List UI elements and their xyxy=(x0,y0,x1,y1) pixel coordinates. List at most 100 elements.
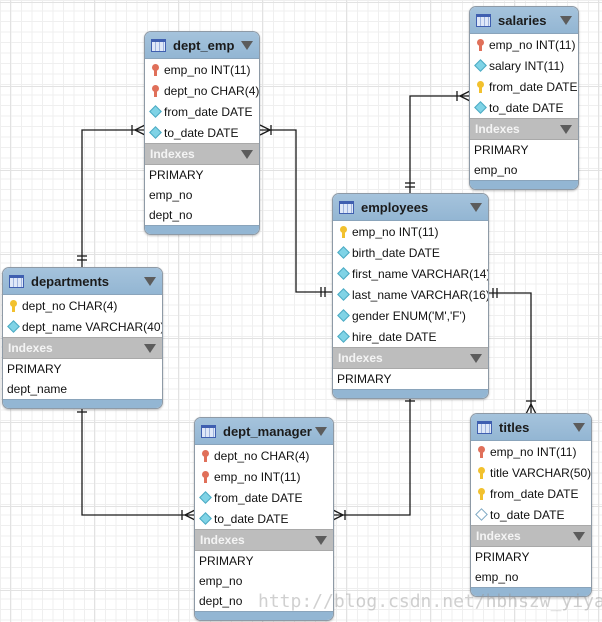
column-row[interactable]: emp_no INT(11) xyxy=(471,441,591,462)
column-row[interactable]: from_date DATE xyxy=(470,76,578,97)
column-row[interactable]: emp_no INT(11) xyxy=(333,221,488,242)
collapse-triangle-icon[interactable] xyxy=(470,353,482,363)
column-row[interactable]: from_date DATE xyxy=(195,487,333,508)
table-icon xyxy=(9,274,24,288)
column-label: gender ENUM('M','F') xyxy=(352,308,466,323)
table-header[interactable]: departments xyxy=(3,268,162,295)
index-row[interactable]: PRIMARY xyxy=(470,140,578,160)
table-dept-emp[interactable]: dept_emp emp_no INT(11) dept_no CHAR(4) … xyxy=(144,31,260,235)
collapse-triangle-icon[interactable] xyxy=(144,343,156,353)
watermark: http://blog.csdn.net/hbhszw_yiyan xyxy=(258,591,602,612)
table-name: departments xyxy=(31,273,110,289)
indexes-header[interactable]: Indexes xyxy=(3,337,162,359)
table-salaries[interactable]: salaries emp_no INT(11) salary INT(11) f… xyxy=(469,6,579,190)
connector-employees-salaries[interactable] xyxy=(405,90,471,194)
primary-key-icon xyxy=(339,225,347,238)
collapse-triangle-icon[interactable] xyxy=(470,202,482,212)
column-row[interactable]: to_date DATE xyxy=(145,122,259,143)
column-label: dept_name VARCHAR(40) xyxy=(22,319,163,334)
table-employees[interactable]: employees emp_no INT(11) birth_date DATE… xyxy=(332,193,489,399)
column-not-null-icon xyxy=(336,309,350,322)
connector-employees-titles[interactable] xyxy=(488,288,537,415)
connector-departments-dept-manager[interactable] xyxy=(77,403,196,521)
table-departments[interactable]: departments dept_no CHAR(4) dept_name VA… xyxy=(2,267,163,409)
index-row[interactable]: dept_no xyxy=(145,205,259,225)
collapse-triangle-icon[interactable] xyxy=(315,535,327,545)
table-icon xyxy=(339,200,354,214)
primary-key-icon xyxy=(9,299,17,312)
index-row[interactable]: emp_no xyxy=(145,185,259,205)
column-not-null-icon xyxy=(336,267,350,280)
column-label: emp_no INT(11) xyxy=(489,37,576,52)
column-row[interactable]: emp_no INT(11) xyxy=(470,34,578,55)
table-icon xyxy=(477,420,492,434)
column-row[interactable]: first_name VARCHAR(14) xyxy=(333,263,488,284)
index-row[interactable]: PRIMARY xyxy=(145,165,259,185)
column-row[interactable]: from_date DATE xyxy=(471,483,591,504)
indexes-header[interactable]: Indexes xyxy=(195,529,333,551)
collapse-triangle-icon[interactable] xyxy=(573,531,585,541)
column-row[interactable]: dept_no CHAR(4) xyxy=(3,295,162,316)
index-row[interactable]: PRIMARY xyxy=(195,551,333,571)
table-header[interactable]: employees xyxy=(333,194,488,221)
column-row[interactable]: last_name VARCHAR(16) xyxy=(333,284,488,305)
index-row[interactable]: emp_no xyxy=(470,160,578,180)
connector-employees-dept-emp[interactable] xyxy=(259,124,333,297)
table-footer xyxy=(145,225,259,234)
collapse-triangle-icon[interactable] xyxy=(560,15,572,25)
indexes-header[interactable]: Indexes xyxy=(333,347,488,369)
collapse-triangle-icon[interactable] xyxy=(241,149,253,159)
column-not-null-icon xyxy=(473,59,487,72)
column-row[interactable]: to_date DATE xyxy=(471,504,591,525)
column-row[interactable]: to_date DATE xyxy=(195,508,333,529)
column-row[interactable]: from_date DATE xyxy=(145,101,259,122)
column-row[interactable]: dept_no CHAR(4) xyxy=(195,445,333,466)
column-row[interactable]: emp_no INT(11) xyxy=(195,466,333,487)
column-row[interactable]: hire_date DATE xyxy=(333,326,488,347)
table-icon xyxy=(201,424,216,438)
indexes-header[interactable]: Indexes xyxy=(145,143,259,165)
column-label: emp_no INT(11) xyxy=(352,224,439,239)
collapse-triangle-icon[interactable] xyxy=(241,40,253,50)
foreign-primary-key-icon xyxy=(477,445,485,458)
table-header[interactable]: dept_emp xyxy=(145,32,259,59)
indexes-header[interactable]: Indexes xyxy=(470,118,578,140)
column-label: emp_no INT(11) xyxy=(214,469,301,484)
index-row[interactable]: PRIMARY xyxy=(471,547,591,567)
column-label: to_date DATE xyxy=(489,100,564,115)
column-row[interactable]: salary INT(11) xyxy=(470,55,578,76)
index-row[interactable]: PRIMARY xyxy=(333,369,488,389)
index-row[interactable]: emp_no xyxy=(195,571,333,591)
index-row[interactable]: PRIMARY xyxy=(3,359,162,379)
column-row[interactable]: gender ENUM('M','F') xyxy=(333,305,488,326)
column-not-null-icon xyxy=(336,330,350,343)
column-row[interactable]: to_date DATE xyxy=(470,97,578,118)
foreign-primary-key-icon xyxy=(151,63,159,76)
collapse-triangle-icon[interactable] xyxy=(144,276,156,286)
collapse-triangle-icon[interactable] xyxy=(573,422,585,432)
column-row[interactable]: title VARCHAR(50) xyxy=(471,462,591,483)
column-label: from_date DATE xyxy=(489,79,578,94)
column-row[interactable]: emp_no INT(11) xyxy=(145,59,259,80)
column-row[interactable]: dept_no CHAR(4) xyxy=(145,80,259,101)
index-row[interactable]: emp_no xyxy=(471,567,591,587)
index-row[interactable]: dept_name xyxy=(3,379,162,399)
table-titles[interactable]: titles emp_no INT(11) title VARCHAR(50) … xyxy=(470,413,592,597)
column-row[interactable]: dept_name VARCHAR(40) xyxy=(3,316,162,337)
table-name: employees xyxy=(361,199,429,215)
table-name: dept_emp xyxy=(173,37,235,53)
column-label: from_date DATE xyxy=(214,490,303,505)
indexes-label: Indexes xyxy=(8,341,53,355)
connector-departments-dept-emp[interactable] xyxy=(77,124,146,268)
table-header[interactable]: salaries xyxy=(470,7,578,34)
collapse-triangle-icon[interactable] xyxy=(315,426,327,436)
collapse-triangle-icon[interactable] xyxy=(560,124,572,134)
table-footer xyxy=(470,180,578,189)
table-footer xyxy=(3,399,162,408)
indexes-header[interactable]: Indexes xyxy=(471,525,591,547)
column-label: to_date DATE xyxy=(214,511,289,526)
connector-employees-dept-manager[interactable] xyxy=(332,390,415,521)
table-header[interactable]: dept_manager xyxy=(195,418,333,445)
table-header[interactable]: titles xyxy=(471,414,591,441)
column-row[interactable]: birth_date DATE xyxy=(333,242,488,263)
